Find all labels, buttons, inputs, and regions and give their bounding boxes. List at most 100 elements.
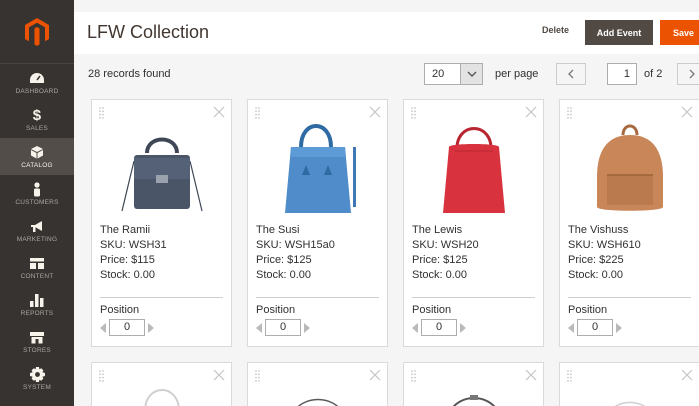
position-stepper[interactable]: 0 [256, 319, 310, 336]
product-stock: Stock: 0.00 [256, 269, 312, 281]
position-input[interactable]: 0 [577, 319, 613, 336]
store-icon [30, 331, 44, 343]
per-page-select[interactable]: 20 [424, 63, 483, 85]
product-image [144, 389, 180, 406]
prev-page-button[interactable] [556, 63, 586, 85]
position-stepper[interactable]: 0 [412, 319, 466, 336]
divider [412, 297, 535, 298]
product-image [107, 115, 217, 215]
position-input[interactable]: 0 [265, 319, 301, 336]
main-content: LFW Collection Delete Add Event Save 28 … [74, 0, 699, 406]
product-card[interactable]: The Lewis SKU: WSH20 Price: $125 Stock: … [403, 99, 544, 347]
dashboard-icon [30, 73, 44, 83]
divider [100, 297, 223, 298]
drag-handle-icon[interactable] [411, 107, 416, 119]
nav-sales-label: Sales [26, 124, 48, 132]
arrow-right-icon[interactable] [148, 322, 154, 333]
product-card[interactable] [247, 362, 388, 406]
product-card[interactable] [559, 362, 699, 406]
nav-reports[interactable]: Reports [0, 286, 74, 323]
nav-reports-label: Reports [20, 309, 54, 317]
admin-sidebar: Dashboard $ Sales Catalog Customers Mark… [0, 0, 74, 406]
save-button[interactable]: Save [660, 20, 699, 45]
bar-chart-icon [30, 294, 44, 307]
product-card[interactable]: The Vishuss SKU: WSH610 Price: $225 Stoc… [559, 99, 699, 347]
position-label: Position [256, 304, 296, 316]
position-label: Position [412, 304, 452, 316]
product-stock: Stock: 0.00 [568, 269, 624, 281]
nav-system[interactable]: System [0, 360, 74, 397]
drag-handle-icon[interactable] [567, 107, 572, 119]
nav-customers[interactable]: Customers [0, 175, 74, 212]
nav-sales[interactable]: $ Sales [0, 101, 74, 138]
product-card[interactable]: The Ramii SKU: WSH31 Price: $115 Stock: … [91, 99, 232, 347]
nav-marketing[interactable]: Marketing [0, 212, 74, 249]
drag-handle-icon[interactable] [567, 370, 572, 382]
nav-content[interactable]: Content [0, 249, 74, 286]
product-card[interactable] [91, 362, 232, 406]
nav-dashboard[interactable]: Dashboard [0, 64, 74, 101]
drag-handle-icon[interactable] [255, 370, 260, 382]
delete-button[interactable]: Delete [542, 25, 569, 35]
person-icon [34, 181, 40, 196]
product-price: Price: $125 [412, 254, 468, 266]
arrow-right-icon[interactable] [616, 322, 622, 333]
drag-handle-icon[interactable] [411, 370, 416, 382]
divider [256, 297, 379, 298]
product-image [452, 395, 496, 406]
nav-content-label: Content [20, 272, 54, 280]
position-stepper[interactable]: 0 [100, 319, 154, 336]
position-label: Position [100, 304, 140, 316]
product-image [614, 401, 646, 406]
nav-catalog[interactable]: Catalog [0, 138, 74, 175]
product-image [297, 398, 339, 406]
chevron-right-icon [689, 69, 695, 79]
close-icon[interactable] [681, 369, 693, 381]
content-icon [30, 257, 44, 269]
arrow-left-icon[interactable] [568, 322, 574, 333]
cube-icon [31, 146, 43, 159]
product-card[interactable] [403, 362, 544, 406]
product-sku: SKU: WSH31 [100, 239, 167, 251]
product-image [575, 115, 685, 215]
arrow-right-icon[interactable] [460, 322, 466, 333]
arrow-left-icon[interactable] [100, 322, 106, 333]
page-number-input[interactable]: 1 [607, 63, 637, 85]
per-page-value: 20 [432, 68, 445, 80]
product-price: Price: $125 [256, 254, 312, 266]
position-input[interactable]: 0 [421, 319, 457, 336]
drag-handle-icon[interactable] [255, 107, 260, 119]
nav-customers-label: Customers [15, 198, 59, 206]
nav-stores[interactable]: Stores [0, 323, 74, 360]
drag-handle-icon[interactable] [99, 107, 104, 119]
position-input[interactable]: 0 [109, 319, 145, 336]
arrow-left-icon[interactable] [412, 322, 418, 333]
product-price: Price: $115 [100, 254, 155, 266]
arrow-left-icon[interactable] [256, 322, 262, 333]
close-icon[interactable] [369, 369, 381, 381]
product-image [419, 115, 529, 215]
records-count: 28 records found [88, 68, 171, 80]
product-price: Price: $225 [568, 254, 624, 266]
magento-logo[interactable] [0, 0, 74, 64]
nav-system-label: System [23, 383, 51, 391]
dollar-icon: $ [32, 106, 42, 124]
arrow-right-icon[interactable] [304, 322, 310, 333]
close-icon[interactable] [213, 369, 225, 381]
product-sku: SKU: WSH20 [412, 239, 479, 251]
per-page-label: per page [495, 68, 539, 80]
product-card[interactable]: The Susi SKU: WSH15a0 Price: $125 Stock:… [247, 99, 388, 347]
position-label: Position [568, 304, 608, 316]
product-sku: SKU: WSH610 [568, 239, 641, 251]
megaphone-icon [31, 220, 42, 232]
next-page-button[interactable] [677, 63, 699, 85]
position-stepper[interactable]: 0 [568, 319, 622, 336]
nav-marketing-label: Marketing [16, 235, 58, 243]
drag-handle-icon[interactable] [99, 370, 104, 382]
gear-icon [29, 366, 45, 382]
chevron-down-icon[interactable] [460, 64, 482, 84]
magento-logo-icon [25, 17, 49, 46]
close-icon[interactable] [525, 369, 537, 381]
product-name: The Ramii [100, 224, 151, 236]
add-event-button[interactable]: Add Event [585, 20, 653, 45]
